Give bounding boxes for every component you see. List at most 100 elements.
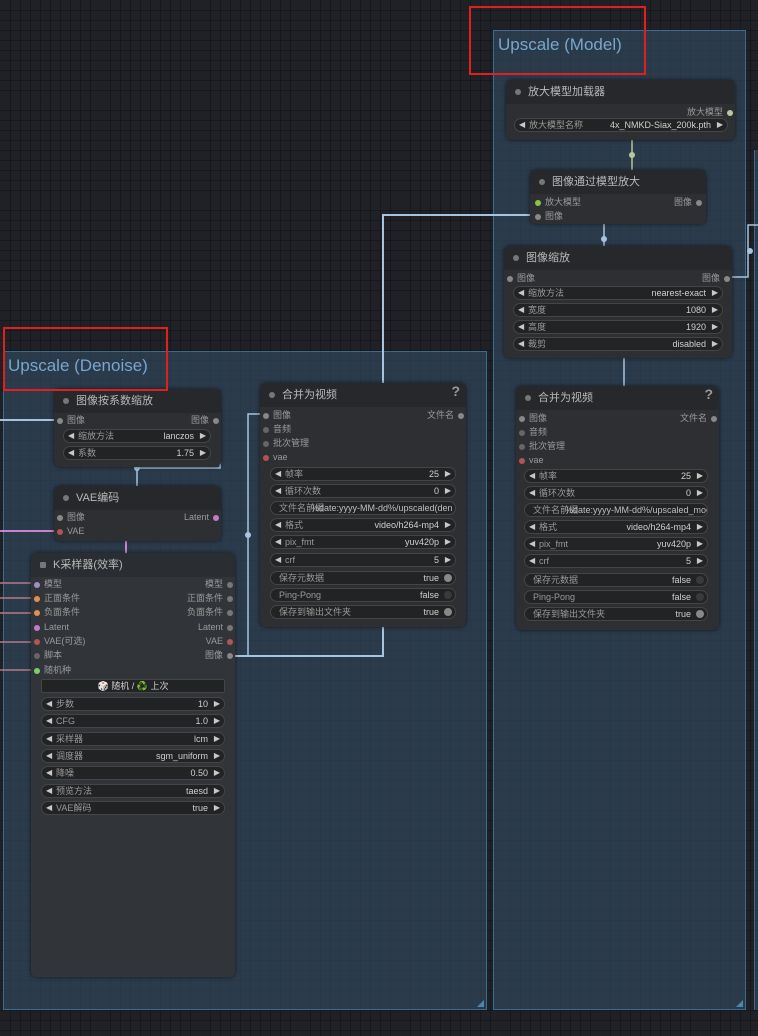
widget-loop-count[interactable]: ◀ 循环次数 0 ▶ bbox=[270, 484, 456, 498]
widget-steps[interactable]: ◀ 步数 10 ▶ bbox=[41, 697, 225, 711]
collapse-dot[interactable] bbox=[40, 562, 46, 568]
widget-upscale-method[interactable]: ◀ 缩放方法 lanczos ▶ bbox=[63, 429, 211, 443]
output-model[interactable]: 模型 bbox=[205, 578, 233, 590]
widget-sampler[interactable]: ◀ 采样器 lcm ▶ bbox=[41, 732, 225, 746]
node-title[interactable]: 图像缩放 bbox=[504, 246, 732, 270]
widget-filename-prefix[interactable]: 文件名前缀 %date:yyyy-MM-dd%/upscaled_mod bbox=[524, 503, 708, 517]
widget-height[interactable]: ◀ 高度 1920 ▶ bbox=[513, 320, 723, 334]
input-image[interactable]: 图像 bbox=[57, 414, 85, 426]
node-image-scale-by[interactable]: 图像按系数缩放 图像 图像 ◀ 缩放方法 lanczos ▶ ◀ 系数 1.75 ▶ bbox=[54, 389, 221, 467]
widget-scale-method[interactable]: ◀ 缩放方法 nearest-exact ▶ bbox=[513, 286, 723, 300]
collapse-dot[interactable] bbox=[539, 179, 545, 185]
node-title[interactable]: 图像通过模型放大 bbox=[530, 170, 706, 194]
node-ksampler-efficient[interactable]: K采样器(效率) 模型 正面条件 负面条件 Latent VAE(可选) 脚本 … bbox=[31, 553, 235, 977]
node-title[interactable]: 合并为视频 bbox=[516, 386, 719, 410]
widget-pix-fmt[interactable]: ◀ pix_fmt yuv420p ▶ bbox=[270, 535, 456, 549]
toggle-save-metadata[interactable]: 保存元数据 true bbox=[270, 571, 456, 585]
help-icon[interactable]: ? bbox=[704, 386, 713, 402]
widget-frame-rate[interactable]: ◀ 帧率 25 ▶ bbox=[270, 467, 456, 481]
output-image[interactable]: 图像 bbox=[702, 272, 730, 284]
collapse-dot[interactable] bbox=[513, 255, 519, 261]
highlight-box-model bbox=[469, 6, 646, 75]
node-title[interactable]: K采样器(效率) bbox=[31, 553, 235, 577]
input-vae[interactable]: vae bbox=[263, 451, 288, 463]
widget-crf[interactable]: ◀ crf 5 ▶ bbox=[524, 554, 708, 568]
output-image[interactable]: 图像 bbox=[205, 649, 233, 661]
node-title[interactable]: VAE编码 bbox=[54, 486, 221, 510]
output-positive[interactable]: 正面条件 bbox=[187, 592, 233, 604]
input-audio[interactable]: 音频 bbox=[519, 426, 547, 438]
widget-format[interactable]: ◀ 格式 video/h264-mp4 ▶ bbox=[524, 520, 708, 534]
widget-model-name[interactable]: ◀ 放大模型名称 4x_NMKD-Siax_200k.pth ▶ bbox=[514, 118, 728, 132]
output-filenames[interactable]: 文件名 bbox=[680, 412, 717, 424]
toggle-save-metadata[interactable]: 保存元数据 false bbox=[524, 573, 708, 587]
widget-frame-rate[interactable]: ◀ 帧率 25 ▶ bbox=[524, 469, 708, 483]
input-batch-manager[interactable]: 批次管理 bbox=[519, 440, 565, 452]
input-batch-manager[interactable]: 批次管理 bbox=[263, 437, 309, 449]
decrement-icon[interactable]: ◀ bbox=[519, 119, 525, 131]
node-title[interactable]: 合并为视频 bbox=[260, 383, 466, 407]
widget-pix-fmt[interactable]: ◀ pix_fmt yuv420p ▶ bbox=[524, 537, 708, 551]
input-script[interactable]: 脚本 bbox=[34, 649, 62, 661]
widget-vae-decode[interactable]: ◀ VAE解码 true ▶ bbox=[41, 801, 225, 815]
input-pixels[interactable]: 图像 bbox=[57, 511, 85, 523]
widget-crf[interactable]: ◀ crf 5 ▶ bbox=[270, 553, 456, 567]
group-resize-handle[interactable] bbox=[736, 1000, 743, 1007]
toggle-save-output[interactable]: 保存到输出文件夹 true bbox=[270, 605, 456, 619]
group-edge-right bbox=[754, 150, 758, 1010]
output-upscale-model[interactable]: 放大模型 bbox=[687, 106, 733, 118]
node-video-combine-model[interactable]: 合并为视频 ? 图像 音频 批次管理 vae 文件名 ◀ 帧率 25 ▶ ◀ 循环次数 0… bbox=[516, 386, 719, 630]
collapse-dot[interactable] bbox=[269, 392, 275, 398]
input-audio[interactable]: 音频 bbox=[263, 423, 291, 435]
input-optional-vae[interactable]: VAE(可选) bbox=[34, 635, 85, 647]
node-vae-encode[interactable]: VAE编码 图像 VAE Latent bbox=[54, 486, 221, 541]
node-title[interactable]: 图像按系数缩放 bbox=[54, 389, 221, 413]
help-icon[interactable]: ? bbox=[451, 383, 460, 399]
collapse-dot[interactable] bbox=[525, 395, 531, 401]
output-negative[interactable]: 负面条件 bbox=[187, 606, 233, 618]
output-image[interactable]: 图像 bbox=[674, 196, 702, 208]
increment-icon[interactable]: ▶ bbox=[717, 119, 723, 131]
node-upscale-model-loader[interactable]: 放大模型加载器 放大模型 ◀ 放大模型名称 4x_NMKD-Siax_200k.… bbox=[506, 80, 735, 140]
output-latent[interactable]: Latent bbox=[184, 511, 219, 523]
output-filenames[interactable]: 文件名 bbox=[427, 409, 464, 421]
input-seed[interactable]: 随机种 bbox=[34, 664, 71, 676]
toggle-ping-pong[interactable]: Ping-Pong false bbox=[270, 588, 456, 602]
output-image[interactable]: 图像 bbox=[191, 414, 219, 426]
widget-cfg[interactable]: ◀ CFG 1.0 ▶ bbox=[41, 714, 225, 728]
widget-format[interactable]: ◀ 格式 video/h264-mp4 ▶ bbox=[270, 518, 456, 532]
group-resize-handle[interactable] bbox=[477, 1000, 484, 1007]
output-vae[interactable]: VAE bbox=[206, 635, 233, 647]
highlight-box-denoise bbox=[3, 327, 168, 391]
toggle-save-output[interactable]: 保存到输出文件夹 true bbox=[524, 607, 708, 621]
collapse-dot[interactable] bbox=[515, 89, 521, 95]
seed-random-button[interactable]: 🎲 随机 / ♻️ 上次 bbox=[41, 679, 225, 693]
node-video-combine-denoise[interactable]: 合并为视频 ? 图像 音频 批次管理 vae 文件名 ◀ 帧率 25 ▶ ◀ 循环次数 0… bbox=[260, 383, 466, 627]
widget-denoise[interactable]: ◀ 降噪 0.50 ▶ bbox=[41, 766, 225, 780]
input-images[interactable]: 图像 bbox=[519, 412, 547, 424]
output-latent[interactable]: Latent bbox=[198, 621, 233, 633]
widget-loop-count[interactable]: ◀ 循环次数 0 ▶ bbox=[524, 486, 708, 500]
widget-scale-by[interactable]: ◀ 系数 1.75 ▶ bbox=[63, 446, 211, 460]
widget-scheduler[interactable]: ◀ 调度器 sgm_uniform ▶ bbox=[41, 749, 225, 763]
input-model[interactable]: 模型 bbox=[34, 578, 62, 590]
toggle-ping-pong[interactable]: Ping-Pong false bbox=[524, 590, 708, 604]
collapse-dot[interactable] bbox=[63, 398, 69, 404]
input-latent[interactable]: Latent bbox=[34, 621, 69, 633]
input-vae[interactable]: VAE bbox=[57, 525, 84, 537]
input-images[interactable]: 图像 bbox=[263, 409, 291, 421]
collapse-dot[interactable] bbox=[63, 495, 69, 501]
input-image[interactable]: 图像 bbox=[535, 210, 563, 222]
node-title[interactable]: 放大模型加载器 bbox=[506, 80, 735, 104]
node-upscale-by-model[interactable]: 图像通过模型放大 放大模型 图像 图像 bbox=[530, 170, 706, 224]
input-upscale-model[interactable]: 放大模型 bbox=[535, 196, 581, 208]
widget-width[interactable]: ◀ 宽度 1080 ▶ bbox=[513, 303, 723, 317]
input-image[interactable]: 图像 bbox=[507, 272, 535, 284]
widget-preview-method[interactable]: ◀ 预览方法 taesd ▶ bbox=[41, 784, 225, 798]
input-vae[interactable]: vae bbox=[519, 454, 544, 466]
widget-filename-prefix[interactable]: 文件名前缀 %date:yyyy-MM-dd%/upscaled(den bbox=[270, 501, 456, 515]
input-negative[interactable]: 负面条件 bbox=[34, 606, 80, 618]
widget-crop[interactable]: ◀ 裁剪 disabled ▶ bbox=[513, 337, 723, 351]
input-positive[interactable]: 正面条件 bbox=[34, 592, 80, 604]
node-image-scale[interactable]: 图像缩放 图像 图像 ◀ 缩放方法 nearest-exact ▶ ◀ 宽度 1080 ▶ … bbox=[504, 246, 732, 358]
